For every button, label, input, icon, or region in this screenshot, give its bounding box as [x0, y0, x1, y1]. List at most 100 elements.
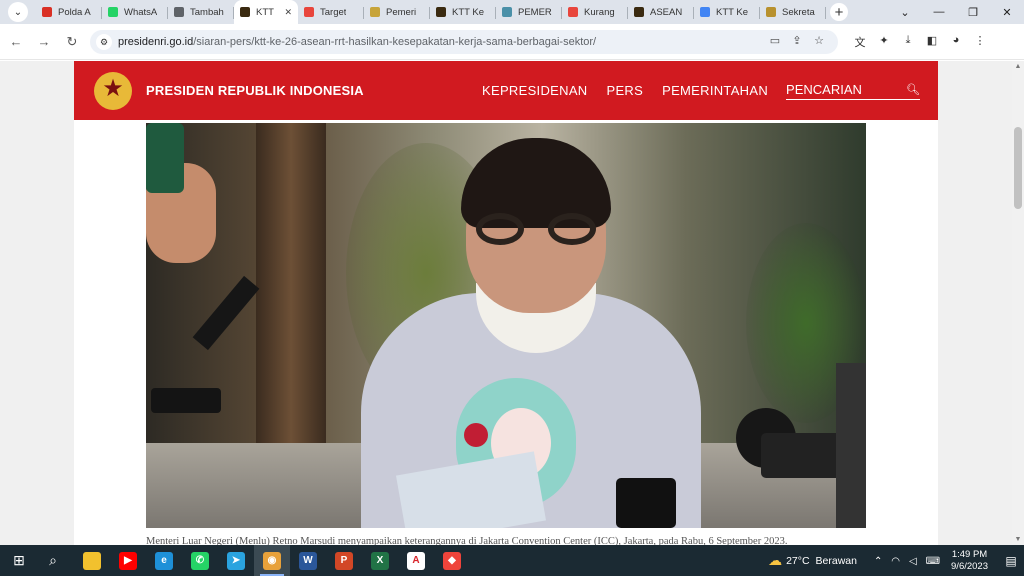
url-domain: presidenri.go.id	[118, 36, 194, 48]
page-viewport: PRESIDEN REPUBLIK INDONESIA KEPRESIDENAN…	[0, 61, 1012, 545]
tab-favicon-icon	[42, 7, 52, 17]
profile-avatar[interactable]: ◕	[944, 34, 968, 50]
site-info-icon[interactable]: ⚙	[96, 34, 112, 50]
tab-title: Polda A	[58, 6, 91, 18]
tab-favicon-icon	[174, 7, 184, 17]
browser-tab[interactable]: KTT Ke	[430, 1, 496, 23]
nav-pemerintahan[interactable]: PEMERINTAHAN	[662, 83, 768, 98]
tab-title: Pemeri	[386, 6, 417, 18]
taskbar-apps: ▶ e ✆ ➤ ◉ W P X A ◆	[74, 545, 470, 576]
article-photo	[146, 123, 866, 528]
windows-taskbar: ⊞ ⌕ ▶ e ✆ ➤ ◉ W P X A ◆ ☁ 27°C Berawan ⌃ ◠ ◁ ⌨ 1:…	[0, 545, 1024, 576]
taskbar-app-telegram[interactable]: ➤	[218, 545, 254, 576]
browser-tab[interactable]: WhatsA	[102, 1, 168, 23]
sidepanel-icon[interactable]: ◧	[920, 34, 944, 50]
excel-icon: X	[371, 551, 389, 570]
close-window-button[interactable]: ✕	[990, 6, 1024, 19]
weather-widget[interactable]: ☁ 27°C Berawan	[768, 552, 863, 569]
extensions-icon[interactable]: ✦	[872, 34, 896, 50]
browser-tab[interactable]: Pemeri	[364, 1, 430, 23]
page-scrollbar[interactable]: ▲ ▼	[1012, 61, 1024, 545]
browser-tab[interactable]: Target	[298, 1, 364, 23]
scrollbar-thumb[interactable]	[1014, 127, 1022, 209]
tab-title: ASEAN	[650, 6, 683, 18]
chevron-up-icon[interactable]: ⌃	[874, 556, 882, 567]
tab-close-icon[interactable]: ✕	[284, 7, 292, 18]
tab-favicon-icon	[568, 7, 578, 17]
keyboard-icon[interactable]: ⌨	[926, 556, 940, 567]
windows-start-icon[interactable]: ⊞	[2, 552, 36, 569]
nav-pers[interactable]: PERS	[606, 83, 643, 98]
taskbar-app-edge[interactable]: e	[146, 545, 182, 576]
telegram-icon: ➤	[227, 551, 245, 570]
address-bar[interactable]: ⚙ presidenri.go.id/siaran-pers/ktt-ke-26…	[90, 30, 838, 54]
taskbar-search-icon[interactable]: ⌕	[36, 552, 70, 569]
file-explorer-icon	[83, 551, 101, 570]
taskbar-app-whatsapp[interactable]: ✆	[182, 545, 218, 576]
search-icon[interactable]: 🔍︎	[906, 83, 920, 96]
system-tray: ☁ 27°C Berawan ⌃ ◠ ◁ ⌨ 1:49 PM 9/6/2023 …	[768, 545, 1024, 576]
tab-favicon-icon	[108, 7, 118, 17]
share-icon[interactable]: ⇪	[786, 34, 808, 47]
tab-favicon-icon	[502, 7, 512, 17]
restore-button[interactable]: ❐	[956, 6, 990, 19]
scroll-down-icon[interactable]: ▼	[1012, 536, 1024, 543]
browser-tab[interactable]: KTT ✕	[234, 0, 298, 24]
taskbar-app-file-explorer[interactable]	[74, 545, 110, 576]
taskbar-app-powerpoint[interactable]: P	[326, 545, 362, 576]
back-button[interactable]: ←	[4, 34, 28, 49]
download-icon[interactable]: ⤓	[896, 34, 920, 50]
garuda-logo[interactable]	[94, 71, 132, 110]
clock-date: 9/6/2023	[951, 560, 988, 572]
browser-tab[interactable]: Tambah	[168, 1, 234, 23]
weather-temp: 27°C	[786, 554, 810, 567]
browser-tab[interactable]: Polda A	[36, 1, 102, 23]
bookmark-star-icon[interactable]: ☆	[808, 34, 830, 47]
reload-button[interactable]: ↻	[60, 34, 84, 50]
search-label: PENCARIAN	[786, 81, 862, 97]
browser-tab[interactable]: KTT Ke	[694, 1, 760, 23]
url-text: presidenri.go.id/siaran-pers/ktt-ke-26-a…	[118, 36, 596, 48]
browser-tab[interactable]: Kurang	[562, 1, 628, 23]
taskbar-app-anydesk[interactable]: ◆	[434, 545, 470, 576]
chevron-down-icon[interactable]: ⌄	[888, 6, 922, 19]
site-header: PRESIDEN REPUBLIK INDONESIA KEPRESIDENAN…	[74, 61, 938, 120]
chrome-icon: ◉	[263, 551, 281, 570]
taskbar-app-youtube[interactable]: ▶	[110, 545, 146, 576]
minimize-button[interactable]: —	[922, 6, 956, 18]
browser-tab[interactable]: PEMER	[496, 1, 562, 23]
photo-caption: Menteri Luar Negeri (Menlu) Retno Marsud…	[146, 536, 788, 545]
taskbar-app-acrobat[interactable]: A	[398, 545, 434, 576]
cloud-sun-icon: ☁	[768, 552, 783, 568]
scroll-up-icon[interactable]: ▲	[1012, 63, 1024, 70]
youtube-icon: ▶	[119, 551, 137, 570]
wifi-icon[interactable]: ◠	[891, 556, 900, 567]
browser-tab[interactable]: Sekreta	[760, 1, 826, 23]
taskbar-app-word[interactable]: W	[290, 545, 326, 576]
site-brand[interactable]: PRESIDEN REPUBLIK INDONESIA	[146, 83, 364, 98]
tab-search-button[interactable]: ⌄	[8, 2, 28, 22]
search-field[interactable]: PENCARIAN 🔍︎	[786, 82, 920, 100]
taskbar-clock[interactable]: 1:49 PM 9/6/2023	[951, 549, 988, 573]
taskbar-app-chrome[interactable]: ◉	[254, 545, 290, 576]
main-nav: KEPRESIDENAN PERS PEMERINTAHAN PENCARIAN…	[463, 61, 920, 120]
notification-icon[interactable]: ▤	[998, 554, 1024, 568]
translate-icon[interactable]: 文	[848, 34, 872, 50]
menu-icon[interactable]: ⋮	[968, 34, 992, 50]
browser-tab[interactable]: ASEAN	[628, 1, 694, 23]
cast-icon[interactable]: ▭	[764, 34, 786, 47]
tab-title: KTT Ke	[716, 6, 749, 18]
taskbar-app-excel[interactable]: X	[362, 545, 398, 576]
speaker-icon[interactable]: ◁	[909, 556, 917, 567]
acrobat-icon: A	[407, 551, 425, 570]
nav-kepresidenan[interactable]: KEPRESIDENAN	[482, 83, 587, 98]
weather-desc: Berawan	[815, 554, 857, 567]
tab-title: WhatsA	[124, 6, 158, 18]
forward-button[interactable]: →	[32, 34, 56, 49]
tab-title: Tambah	[190, 6, 224, 18]
tab-title: Kurang	[584, 6, 615, 18]
new-tab-button[interactable]: +	[830, 3, 848, 21]
clock-time: 1:49 PM	[951, 548, 988, 560]
tab-favicon-icon	[370, 7, 380, 17]
tab-favicon-icon	[700, 7, 710, 17]
